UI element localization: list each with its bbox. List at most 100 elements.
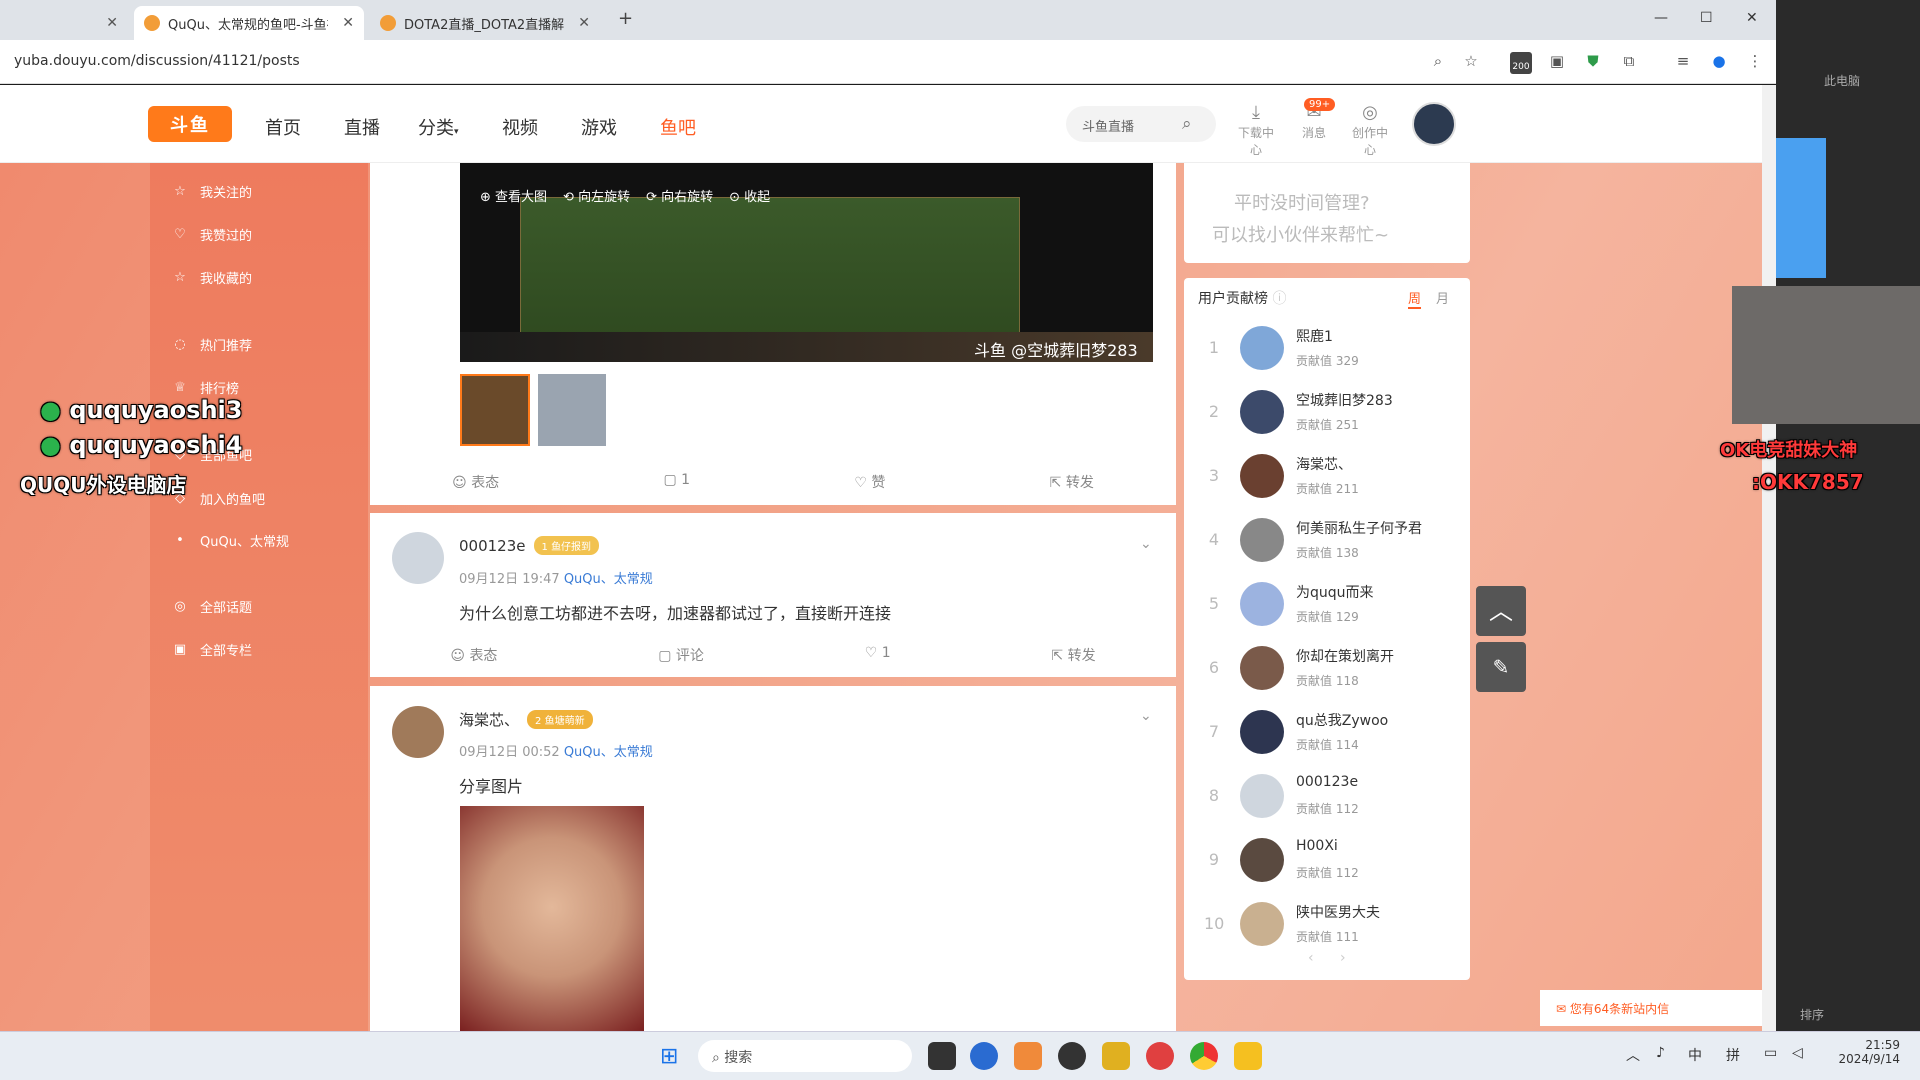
- chrome-icon[interactable]: [1190, 1042, 1218, 1070]
- rank-row[interactable]: 1 熙鹿1 贡献值 329: [1184, 318, 1470, 382]
- volume-icon[interactable]: ◁: [1792, 1045, 1803, 1061]
- puzzle-icon[interactable]: ⧉: [1620, 52, 1638, 70]
- rank-user-name[interactable]: 海棠芯、: [1296, 454, 1352, 474]
- tab-0[interactable]: ✕: [0, 6, 128, 40]
- rank-user-name[interactable]: 何美丽私生子何予君: [1296, 518, 1422, 538]
- zoom-icon[interactable]: ⌕: [1429, 52, 1447, 70]
- like-button[interactable]: ♡ 1: [865, 645, 891, 665]
- share-button[interactable]: ⇱ 转发: [1050, 472, 1094, 492]
- avatar[interactable]: [1240, 518, 1284, 562]
- avatar[interactable]: [1240, 774, 1284, 818]
- close-icon[interactable]: ✕: [572, 15, 590, 31]
- bar-link[interactable]: QuQu、太常规: [564, 745, 653, 760]
- react-button[interactable]: ☺ 表态: [450, 645, 497, 665]
- side-tab-thispc[interactable]: 此电脑: [1824, 72, 1860, 89]
- tab-dota2[interactable]: DOTA2直播_DOTA2直播解说视频✕: [370, 6, 600, 40]
- network-icon[interactable]: ▭: [1764, 1045, 1777, 1061]
- ime-lang[interactable]: 中: [1688, 1045, 1702, 1065]
- extension-counter-icon[interactable]: 200: [1510, 52, 1532, 74]
- app-icon[interactable]: [1102, 1042, 1130, 1070]
- profile-icon[interactable]: ●: [1710, 52, 1728, 70]
- sidebar-item-columns[interactable]: ▣ 全部专栏: [172, 640, 252, 659]
- view-large-button[interactable]: ⊕ 查看大图: [480, 186, 547, 205]
- close-window-button[interactable]: ✕: [1746, 10, 1758, 26]
- inbox-notice[interactable]: ✉ 您有64条新站内信: [1540, 990, 1762, 1026]
- avatar[interactable]: [392, 706, 444, 758]
- avatar[interactable]: [1240, 902, 1284, 946]
- avatar[interactable]: [1240, 390, 1284, 434]
- compose-button[interactable]: ✎: [1476, 642, 1526, 692]
- rotate-right-button[interactable]: ⟳ 向右旋转: [646, 186, 713, 205]
- rank-user-name[interactable]: 你却在策划离开: [1296, 646, 1394, 666]
- clock[interactable]: 21:59 2024/9/14: [1820, 1038, 1900, 1066]
- rank-user-name[interactable]: 空城葬旧梦283: [1296, 390, 1393, 410]
- rank-user-name[interactable]: 000123e: [1296, 774, 1358, 790]
- rank-next[interactable]: ›: [1340, 950, 1346, 966]
- app-icon[interactable]: [1014, 1042, 1042, 1070]
- shield-icon[interactable]: ⛊: [1584, 52, 1602, 70]
- app-icon[interactable]: [970, 1042, 998, 1070]
- rank-user-name[interactable]: 熙鹿1: [1296, 326, 1333, 346]
- ime-mode[interactable]: 拼: [1726, 1045, 1740, 1065]
- nav-game[interactable]: 游戏: [581, 114, 617, 140]
- sidebar-item-hot[interactable]: ◌ 热门推荐: [172, 335, 252, 354]
- rank-row[interactable]: 8 000123e 贡献值 112: [1184, 766, 1470, 830]
- close-icon[interactable]: ✕: [100, 15, 118, 31]
- avatar[interactable]: [1240, 454, 1284, 498]
- back-to-top-button[interactable]: ︿: [1476, 586, 1526, 636]
- avatar[interactable]: [1240, 582, 1284, 626]
- rank-user-name[interactable]: H00Xi: [1296, 838, 1338, 854]
- avatar[interactable]: [392, 532, 444, 584]
- user-avatar[interactable]: [1412, 102, 1456, 146]
- info-icon[interactable]: ⓘ: [1272, 291, 1286, 307]
- rank-row[interactable]: 6 你却在策划离开 贡献值 118: [1184, 638, 1470, 702]
- maximize-button[interactable]: ☐: [1700, 10, 1713, 26]
- rank-row[interactable]: 5 为ququ而来 贡献值 129: [1184, 574, 1470, 638]
- author-name[interactable]: 000123e: [459, 537, 526, 555]
- comment-button[interactable]: ▢ 1: [663, 472, 690, 492]
- rank-row[interactable]: 9 H00Xi 贡献值 112: [1184, 830, 1470, 894]
- tab-week[interactable]: 周: [1408, 288, 1422, 309]
- windows-start-icon[interactable]: ⊞: [660, 1044, 678, 1069]
- rank-row[interactable]: 2 空城葬旧梦283 贡献值 251: [1184, 382, 1470, 446]
- chevron-down-icon[interactable]: ⌄: [1140, 536, 1152, 552]
- bar-link[interactable]: QuQu、太常规: [564, 572, 653, 587]
- netease-icon[interactable]: [1146, 1042, 1174, 1070]
- comment-button[interactable]: ▢ 评论: [658, 645, 704, 665]
- tab-active[interactable]: QuQu、太常规的鱼吧-斗鱼社区✕: [134, 6, 364, 40]
- side-sort[interactable]: 排序: [1800, 1006, 1824, 1023]
- post-shared-image[interactable]: [460, 806, 644, 1031]
- rank-row[interactable]: 10 陕中医男大夫 贡献值 111: [1184, 894, 1470, 958]
- extension-icon[interactable]: ▣: [1548, 52, 1566, 70]
- sidebar-item-ququ[interactable]: • QuQu、太常规: [172, 531, 289, 550]
- minimize-button[interactable]: —: [1654, 10, 1668, 26]
- rank-row[interactable]: 7 qu总我Zywoo 贡献值 114: [1184, 702, 1470, 766]
- share-button[interactable]: ⇱ 转发: [1051, 645, 1095, 665]
- rank-user-name[interactable]: 陕中医男大夫: [1296, 902, 1380, 922]
- creator-center[interactable]: ◎ 创作中心: [1350, 102, 1390, 158]
- menu-dots-icon[interactable]: ⋮: [1746, 52, 1764, 70]
- new-tab-button[interactable]: +: [618, 8, 633, 29]
- app-icon[interactable]: [1058, 1042, 1086, 1070]
- nav-live[interactable]: 直播: [344, 114, 380, 140]
- thumbnail-2[interactable]: [538, 374, 606, 446]
- nav-home[interactable]: 首页: [265, 114, 301, 140]
- media-icon[interactable]: ≡: [1674, 52, 1692, 70]
- sidebar-item-liked[interactable]: ♡ 我赞过的: [172, 225, 252, 244]
- sidebar-item-favorites[interactable]: ☆ 我收藏的: [172, 268, 252, 287]
- like-button[interactable]: ♡ 赞: [854, 472, 885, 492]
- react-button[interactable]: ☺ 表态: [452, 472, 499, 492]
- download-center[interactable]: ⤓ 下载中心: [1236, 102, 1276, 158]
- nav-category[interactable]: 分类▾: [418, 114, 459, 140]
- douyu-logo[interactable]: 斗鱼: [148, 106, 232, 142]
- search-icon[interactable]: ⌕: [1182, 114, 1192, 134]
- sidebar-item-topics[interactable]: ◎ 全部话题: [172, 597, 252, 616]
- bookmark-star-icon[interactable]: ☆: [1462, 52, 1480, 70]
- close-icon[interactable]: ✕: [336, 15, 354, 31]
- taskbar-search[interactable]: ⌕ 搜索: [698, 1040, 912, 1072]
- nav-yuba[interactable]: 鱼吧: [660, 114, 696, 140]
- rank-row[interactable]: 4 何美丽私生子何予君 贡献值 138: [1184, 510, 1470, 574]
- chevron-down-icon[interactable]: ⌄: [1140, 708, 1152, 724]
- rank-user-name[interactable]: qu总我Zywoo: [1296, 710, 1388, 730]
- mic-icon[interactable]: ♪: [1656, 1045, 1665, 1061]
